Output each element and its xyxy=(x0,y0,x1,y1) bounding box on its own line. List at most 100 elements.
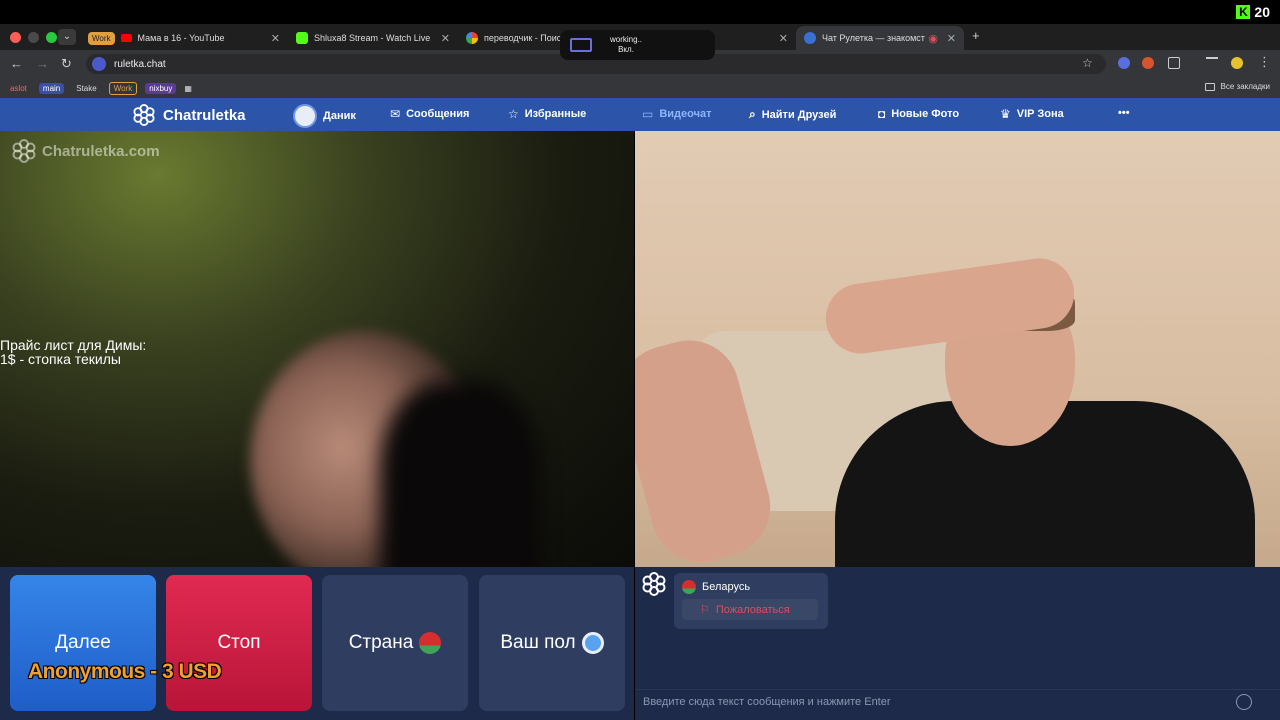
bookmark-star-icon[interactable]: ☆ xyxy=(1082,56,1093,70)
close-icon[interactable]: ✕ xyxy=(441,32,450,45)
bookmarks-bar: aslot main Stake Work nixbuy ▦ Все закла… xyxy=(0,78,1280,98)
emoji-icon[interactable] xyxy=(1236,694,1252,710)
close-icon[interactable]: ✕ xyxy=(947,32,956,45)
browser-menu-icon[interactable]: ⋮ xyxy=(1258,54,1271,70)
chatruletka-icon xyxy=(804,32,816,44)
tab-youtube[interactable]: Work Мама в 16 - YouTube ✕ xyxy=(80,26,288,50)
nav-profile-label: Даник xyxy=(323,110,356,122)
next-button[interactable]: Далее xyxy=(10,575,156,711)
url-text: ruletka.chat xyxy=(114,58,166,70)
chat-controls: Далее Стоп Страна Ваш пол Anonymous - 3 … xyxy=(0,567,634,720)
monitor-icon xyxy=(570,38,592,52)
self-video-feed xyxy=(635,131,1280,567)
bookmark-nixbuy[interactable]: nixbuy xyxy=(145,82,177,94)
stop-button-label: Стоп xyxy=(217,632,261,653)
nav-messages-label: Сообщения xyxy=(406,108,470,120)
nav-videochat[interactable]: ▭ Видеочат xyxy=(642,107,712,121)
nav-new-photos[interactable]: ◘ Новые Фото xyxy=(878,107,959,121)
nav-vip-label: VIP Зона xyxy=(1016,108,1064,120)
maximize-window-button[interactable] xyxy=(46,32,57,43)
google-icon xyxy=(466,32,478,44)
video-hair-shape xyxy=(380,381,540,567)
site-navbar: Chatruletka Даник ✉ Сообщения ☆ Избранны… xyxy=(0,98,1280,131)
camera-icon: ◘ xyxy=(878,107,886,121)
close-icon[interactable]: ✕ xyxy=(779,32,788,45)
star-icon: ☆ xyxy=(508,107,519,121)
belarus-flag-icon xyxy=(682,580,696,594)
gender-select-button[interactable]: Ваш пол xyxy=(479,575,625,711)
site-logo[interactable]: Chatruletka xyxy=(133,104,246,126)
partner-country-label: Беларусь xyxy=(702,581,751,593)
extension-icon[interactable] xyxy=(1142,57,1154,69)
forward-arrow-icon[interactable]: → xyxy=(36,56,49,71)
stream-badge-count: 20 xyxy=(1254,4,1270,20)
nav-profile[interactable]: Даник xyxy=(293,104,356,128)
nav-find-friends-label: Найти Друзей xyxy=(761,108,837,121)
close-icon[interactable]: ✕ xyxy=(271,32,280,45)
chatruletka-logo-icon xyxy=(642,572,666,596)
notification-title: working.. xyxy=(610,35,643,44)
tab-search-chevron-down-icon[interactable]: ⌄ xyxy=(58,29,76,45)
folder-icon xyxy=(1204,82,1215,91)
site-watermark: Chatruletka.com xyxy=(12,139,160,163)
nav-new-photos-label: Новые Фото xyxy=(891,108,960,120)
donation-alert: Anonymous - 3 USD xyxy=(28,660,222,683)
reload-icon[interactable]: ↻ xyxy=(61,56,72,72)
tab-chatruletka[interactable]: Чат Рулетка — знакомст ◉ ✕ xyxy=(796,26,964,50)
price-list-item: 1$ - стопка текилы xyxy=(0,351,121,367)
minimize-window-button[interactable] xyxy=(28,32,39,43)
country-button-label: Страна xyxy=(348,632,414,653)
all-bookmarks[interactable]: Все закладки xyxy=(1204,82,1270,91)
site-info-icon[interactable] xyxy=(92,57,106,71)
price-list-overlay: Прайс лист для Димы: 1$ - стопка текилы xyxy=(0,338,146,366)
extensions-puzzle-icon[interactable] xyxy=(1168,57,1180,69)
tab-kick-stream[interactable]: Shluxa8 Stream - Watch Live ✕ xyxy=(288,26,458,50)
profile-avatar[interactable] xyxy=(1231,57,1243,69)
back-arrow-icon[interactable]: ← xyxy=(10,56,23,71)
recording-icon: ◉ xyxy=(928,32,938,45)
bookmark-work[interactable]: Work xyxy=(108,81,138,95)
nav-favorites-label: Избранные xyxy=(524,108,587,120)
new-tab-button[interactable]: + xyxy=(972,28,980,43)
bookmark-aslot[interactable]: aslot xyxy=(6,83,31,94)
watermark-text: Chatruletka.com xyxy=(42,142,160,160)
extension-icon[interactable] xyxy=(1118,57,1130,69)
window-controls xyxy=(10,32,57,43)
chat-message-input[interactable]: Введите сюда текст сообщения и нажмите E… xyxy=(635,689,1280,715)
nav-videochat-label: Видеочат xyxy=(659,108,712,120)
nav-more-button[interactable]: ••• xyxy=(1118,107,1130,119)
partner-video-feed: Chatruletka.com Прайс лист для Димы: 1$ … xyxy=(0,131,634,567)
tab-title: Shluxa8 Stream - Watch Live xyxy=(314,33,431,43)
chatruletka-logo-icon xyxy=(133,104,155,126)
nav-favorites[interactable]: ☆ Избранные xyxy=(508,107,586,121)
youtube-icon xyxy=(120,34,132,42)
search-icon: ⌕ xyxy=(749,107,756,121)
tab-title: Мама в 16 - YouTube xyxy=(137,33,225,43)
apps-grid-icon[interactable]: ▦ xyxy=(184,84,192,93)
next-button-label: Далее xyxy=(55,632,111,653)
close-window-button[interactable] xyxy=(10,32,21,43)
report-button-label: Пожаловаться xyxy=(715,603,790,616)
flag-icon: ⚐ xyxy=(700,604,710,616)
price-list-title: Прайс лист для Димы: xyxy=(0,337,147,353)
nav-messages[interactable]: ✉ Сообщения xyxy=(390,107,469,121)
brand-name: Chatruletka xyxy=(163,106,246,124)
stop-button[interactable]: Стоп xyxy=(166,575,312,711)
gender-button-label: Ваш пол xyxy=(500,632,576,653)
chat-input-placeholder: Введите сюда текст сообщения и нажмите E… xyxy=(643,696,891,708)
reading-list-icon[interactable] xyxy=(1206,57,1218,65)
kick-logo-icon: K xyxy=(1236,5,1251,19)
partner-country: Беларусь xyxy=(682,580,750,594)
belarus-flag-icon xyxy=(419,632,442,654)
video-camera-icon: ▭ xyxy=(642,107,654,121)
country-select-button[interactable]: Страна xyxy=(322,575,468,711)
tab-group-label[interactable]: Work xyxy=(88,31,115,45)
nav-vip-zone[interactable]: ♛ VIP Зона xyxy=(1000,107,1064,121)
screen-share-notification[interactable]: working.. Вкл. xyxy=(560,30,715,60)
report-button[interactable]: ⚐ Пожаловаться xyxy=(682,599,818,620)
bookmark-main[interactable]: main xyxy=(38,82,65,94)
nav-find-friends[interactable]: ⌕ Найти Друзей xyxy=(749,107,836,122)
partner-info-card: Беларусь ⚐ Пожаловаться xyxy=(674,573,828,629)
tab-title: переводчик - Поиск xyxy=(484,33,566,43)
bookmark-stake[interactable]: Stake xyxy=(72,83,100,94)
